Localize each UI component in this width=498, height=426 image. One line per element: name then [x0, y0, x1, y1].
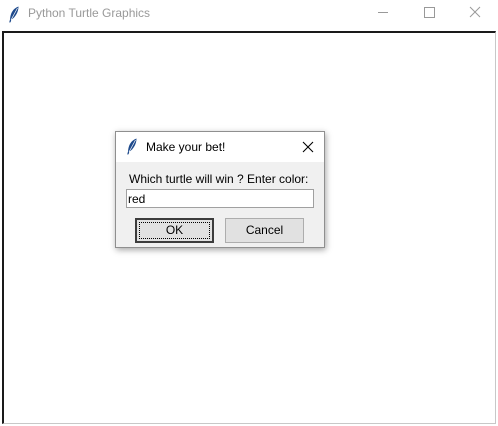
color-input[interactable]: [126, 189, 314, 208]
cancel-label: Cancel: [245, 223, 284, 237]
turtle-window: Python Turtle Graphics Make your bet! Wh…: [0, 0, 498, 426]
maximize-icon: [406, 7, 452, 30]
dialog-title: Make your bet!: [146, 140, 226, 154]
window-titlebar[interactable]: Python Turtle Graphics: [0, 0, 498, 30]
dialog-prompt: Which turtle will win ? Enter color:: [129, 172, 309, 186]
bet-dialog: Make your bet! Which turtle will win ? E…: [115, 131, 325, 248]
feather-icon: [126, 138, 138, 155]
window-title: Python Turtle Graphics: [28, 6, 151, 20]
ok-button[interactable]: OK: [135, 218, 214, 243]
dialog-titlebar[interactable]: Make your bet!: [116, 132, 324, 162]
dialog-close-icon[interactable]: [299, 138, 317, 156]
minimize-button[interactable]: [360, 0, 406, 26]
close-button[interactable]: [452, 0, 498, 26]
feather-icon: [8, 6, 20, 23]
maximize-button[interactable]: [406, 0, 452, 26]
focus-ring: [139, 222, 210, 239]
close-icon: [452, 6, 498, 30]
cancel-button[interactable]: Cancel: [225, 218, 304, 243]
minimize-icon: [360, 12, 406, 30]
